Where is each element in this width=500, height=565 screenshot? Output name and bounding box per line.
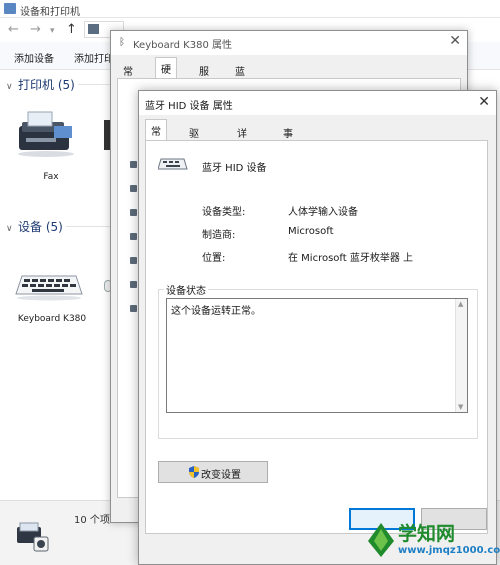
device-status-label: 设备状态	[164, 282, 208, 297]
device-type-value: 人体学输入设备	[288, 207, 358, 218]
dialog-title: Keyboard K380 属性	[133, 40, 233, 51]
keyboard-icon[interactable]	[14, 272, 84, 302]
devices-printers-large-icon	[17, 522, 49, 552]
devices-section-label: 设备 (5)	[18, 220, 63, 234]
close-icon[interactable]: ✕	[449, 33, 461, 49]
devices-icon	[4, 3, 16, 14]
up-icon[interactable]: ↑	[66, 22, 77, 37]
keyboard-label: Keyboard K380	[17, 314, 87, 324]
explorer-titlebar: 设备和打印机	[0, 0, 500, 18]
watermark-url: www.jmqz1000.com	[398, 545, 500, 556]
forward-icon[interactable]: →	[30, 22, 41, 37]
watermark-logo-icon	[368, 523, 394, 557]
tab-general[interactable]: 常规	[117, 59, 139, 93]
collapse-chevron-icon[interactable]: ∨	[6, 224, 18, 234]
hid-properties-dialog: 蓝牙 HID 设备 属性 ✕ 常规 驱动程序 详细信息 事件 蓝牙 HID 设备…	[138, 90, 497, 565]
back-icon[interactable]: ←	[8, 22, 19, 37]
collapse-chevron-icon[interactable]: ∨	[6, 82, 18, 92]
uac-shield-icon	[189, 466, 199, 478]
fax-label: Fax	[43, 172, 59, 182]
watermark: 学知网 www.jmqz1000.com	[362, 515, 500, 565]
tab-bluetooth[interactable]: 蓝牙	[229, 59, 251, 93]
manufacturer-label: 制造商:	[202, 230, 236, 241]
fax-icon[interactable]	[14, 108, 84, 158]
device-name: 蓝牙 HID 设备	[202, 163, 267, 174]
device-item-icon	[130, 305, 137, 312]
tab-hardware[interactable]: 硬件	[155, 57, 177, 91]
location-value: 在 Microsoft 蓝牙枚举器 上	[288, 253, 414, 264]
tab-driver[interactable]: 驱动程序	[183, 121, 205, 185]
tab-details[interactable]: 详细信息	[231, 121, 253, 185]
device-status-textbox[interactable]: 这个设备运转正常。 ▲ ▼	[166, 298, 468, 413]
scroll-down-icon[interactable]: ▼	[458, 403, 463, 411]
device-item-icon	[130, 233, 137, 240]
tab-services[interactable]: 服务	[193, 59, 215, 93]
device-item-icon	[130, 209, 137, 216]
device-status-text: 这个设备运转正常。	[171, 306, 261, 317]
device-item-icon	[130, 185, 137, 192]
device-item-icon	[130, 281, 137, 288]
device-item-icon	[130, 257, 137, 264]
scroll-up-icon[interactable]: ▲	[458, 300, 463, 308]
hid-device-icon	[158, 158, 188, 170]
change-settings-button[interactable]: 改变设置	[158, 461, 268, 483]
dialog-titlebar: 蓝牙 HID 设备 属性 ✕	[139, 91, 496, 115]
devices-section-header[interactable]: ∨ 设备 (5)	[6, 218, 63, 235]
status-scrollbar[interactable]: ▲ ▼	[455, 299, 467, 412]
chevron-down-icon[interactable]: ▾	[50, 26, 55, 36]
section-divider	[78, 84, 110, 85]
add-device-button[interactable]: 添加设备	[14, 50, 54, 65]
printers-section-header[interactable]: ∨ 打印机 (5)	[6, 76, 75, 93]
device-item-icon	[130, 161, 137, 168]
printers-section-label: 打印机 (5)	[18, 78, 75, 92]
location-label: 位置:	[202, 253, 226, 264]
general-tab-panel: 蓝牙 HID 设备 设备类型: 人体学输入设备 制造商: Microsoft 位…	[145, 140, 488, 534]
add-printer-button[interactable]: 添加打印	[74, 50, 114, 65]
section-divider	[66, 226, 110, 227]
tab-events[interactable]: 事件	[277, 121, 299, 155]
manufacturer-value: Microsoft	[288, 226, 334, 237]
bluetooth-icon: ᛒ	[119, 37, 125, 48]
item-count: 10 个项	[74, 515, 110, 526]
dialog-title: 蓝牙 HID 设备 属性	[145, 101, 233, 112]
watermark-text: 学知网	[398, 523, 456, 545]
device-type-label: 设备类型:	[202, 207, 246, 218]
explorer-title: 设备和打印机	[20, 7, 80, 18]
tab-general[interactable]: 常规	[145, 119, 167, 153]
change-settings-label: 改变设置	[201, 470, 241, 481]
dialog-titlebar: ᛒ Keyboard K380 属性 ✕	[111, 31, 467, 55]
control-panel-icon	[88, 24, 99, 34]
close-icon[interactable]: ✕	[478, 94, 490, 110]
